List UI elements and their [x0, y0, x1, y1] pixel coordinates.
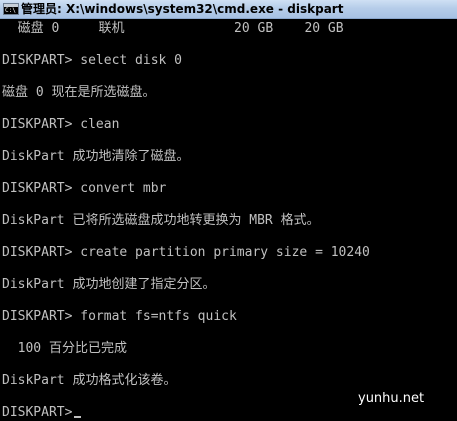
window-title: 管理员: X:\windows\system32\cmd.exe - diskp… — [21, 2, 344, 16]
console-line-format-result: DiskPart 成功格式化该卷。 — [2, 373, 177, 388]
console-icon-prompt: C:\ — [5, 7, 16, 14]
console-prompt-line[interactable]: DISKPART> — [2, 405, 82, 421]
console-line-disk-list-row: 磁盘 0 联机 20 GB 20 GB — [2, 21, 344, 36]
console-line-format-progress: 100 百分比已完成 — [2, 341, 127, 356]
watermark: yunhu.net — [358, 391, 425, 406]
console-line-select-disk: DISKPART> select disk 0 — [2, 53, 183, 68]
console-line-create-partition: DISKPART> create partition primary size … — [2, 245, 370, 260]
console-output[interactable]: 磁盘 0 联机 20 GB 20 GB DISKPART> select dis… — [0, 19, 457, 421]
console-line-disk-selected: 磁盘 0 现在是所选磁盘。 — [2, 85, 156, 100]
title-bar[interactable]: C:\ 管理员: X:\windows\system32\cmd.exe - d… — [0, 0, 457, 19]
console-line-clean: DISKPART> clean — [2, 117, 120, 132]
text-cursor — [74, 416, 82, 418]
console-line-clean-result: DiskPart 成功地清除了磁盘。 — [2, 149, 190, 164]
console-line-convert-result: DiskPart 已将所选磁盘成功地转更换为 MBR 格式。 — [2, 213, 320, 228]
console-prompt: DISKPART> — [2, 405, 73, 420]
console-line-format: DISKPART> format fs=ntfs quick — [2, 309, 237, 324]
console-line-create-result: DiskPart 成功地创建了指定分区。 — [2, 277, 216, 292]
cmd-window: C:\ 管理员: X:\windows\system32\cmd.exe - d… — [0, 0, 457, 421]
console-app-icon[interactable]: C:\ — [3, 3, 19, 15]
console-line-convert-mbr: DISKPART> convert mbr — [2, 181, 167, 196]
